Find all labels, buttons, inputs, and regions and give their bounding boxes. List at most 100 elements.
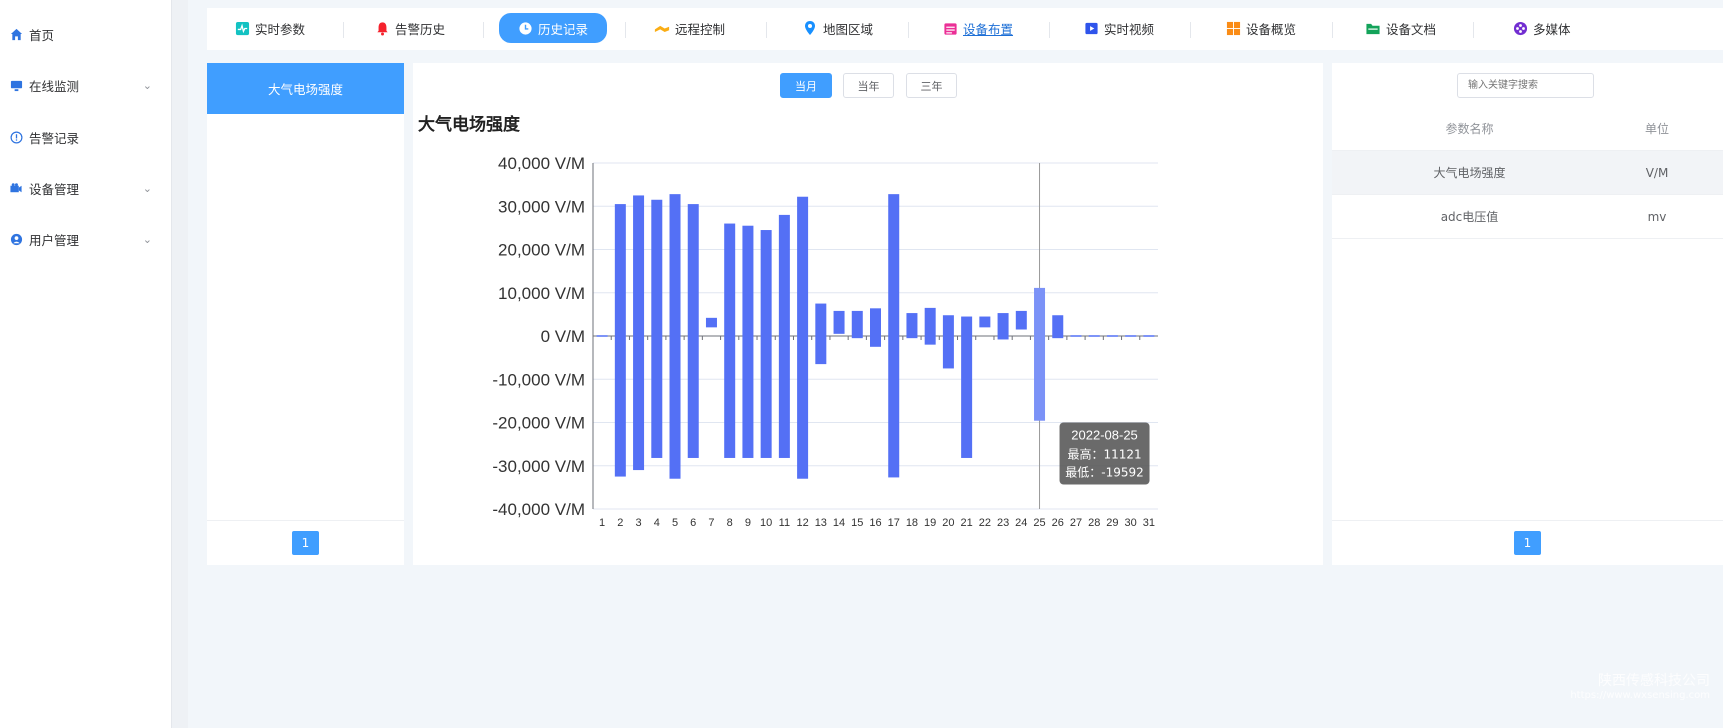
- tab-device-docs[interactable]: 设备文档: [1365, 13, 1436, 43]
- tab-realtime-params[interactable]: 实时参数: [234, 13, 305, 43]
- y-tick-label: -30,000 V/M: [492, 457, 585, 476]
- tab-divider: [343, 22, 344, 38]
- cell-unit: mv: [1647, 209, 1667, 224]
- x-tick-label: 27: [1070, 517, 1082, 529]
- bar: [833, 310, 845, 334]
- tab-divider: [625, 22, 626, 38]
- bar: [633, 195, 645, 471]
- x-tick-label: 19: [924, 517, 936, 529]
- y-tick-label: 0 V/M: [541, 327, 585, 346]
- chart-panel: 当月 当年 三年 大气电场强度 40,000 V/M 30,000 V/M 20,0…: [413, 63, 1323, 565]
- column-header-unit: 单位: [1644, 122, 1669, 136]
- x-tick-label: 7: [708, 517, 714, 529]
- page-button[interactable]: 1: [292, 531, 319, 555]
- calendar-icon: [942, 20, 958, 36]
- map-pin-icon: [802, 20, 818, 36]
- tab-device-layout[interactable]: 设备布置: [942, 13, 1013, 43]
- folder-icon: [1365, 20, 1381, 36]
- tab-divider: [1190, 22, 1191, 38]
- tooltip-high: 最高：11121: [1067, 447, 1141, 462]
- tab-label: 历史记录: [538, 21, 589, 37]
- grid-icon: [1225, 20, 1241, 36]
- bar: [705, 317, 717, 328]
- x-tick-label: 12: [796, 517, 808, 529]
- bar: [888, 194, 900, 478]
- bar: [870, 308, 881, 347]
- sidebar-item-home[interactable]: 首页: [0, 14, 172, 54]
- bar: [596, 335, 608, 337]
- tab-device-overview[interactable]: 设备概览: [1225, 13, 1296, 43]
- x-tick-label: 1: [599, 517, 605, 529]
- watermark-url: https://www.wxsensing.com: [1570, 690, 1710, 701]
- tab-multimedia[interactable]: 多媒体: [1512, 13, 1571, 43]
- bar: [1015, 310, 1027, 330]
- sidebar: 首页 在线监测 ⌄ 告警记录 设备管理 ⌄ 用户管理 ⌄: [0, 0, 188, 728]
- table-row[interactable]: 大气电场强度 V/M: [1332, 151, 1723, 195]
- tab-label: 设备布置: [963, 21, 1014, 37]
- sidebar-item-users[interactable]: 用户管理 ⌄: [0, 219, 172, 259]
- sidebar-item-label: 告警记录: [29, 130, 80, 146]
- tab-history-records[interactable]: 历史记录: [499, 13, 607, 43]
- tab-label: 地图区域: [823, 21, 874, 37]
- tab-alarm-history[interactable]: 告警历史: [374, 13, 445, 43]
- x-tick-label: 23: [997, 517, 1009, 529]
- page-button[interactable]: 1: [1514, 531, 1541, 555]
- tab-divider: [1332, 22, 1333, 38]
- multimedia-icon: [1512, 20, 1528, 36]
- bar: [815, 303, 827, 365]
- sidebar-item-alerts[interactable]: 告警记录: [0, 117, 172, 157]
- x-tick-label: 2: [617, 517, 623, 529]
- cell-name: 大气电场强度: [1433, 166, 1506, 180]
- bar: [687, 204, 699, 458]
- x-tick-label: 8: [727, 517, 733, 529]
- pagination: 1: [1332, 520, 1723, 565]
- bar: [1106, 335, 1118, 337]
- bar: [1143, 335, 1155, 337]
- sidebar-item-label: 用户管理: [29, 232, 80, 248]
- tab-label: 实时参数: [255, 21, 306, 37]
- bar: [1070, 335, 1082, 337]
- user-icon: [9, 232, 23, 246]
- bar: [942, 315, 954, 369]
- x-tick-label: 24: [1015, 517, 1027, 529]
- x-tick-label: 28: [1088, 517, 1100, 529]
- table-row[interactable]: adc电压值 mv: [1332, 195, 1723, 239]
- parameter-table-panel: 参数名称 单位 大气电场强度 V/M adc电压值 mv 1: [1332, 63, 1723, 565]
- home-icon: [9, 27, 23, 41]
- y-tick-label: -40,000 V/M: [492, 500, 585, 519]
- x-tick-label: 13: [815, 517, 827, 529]
- remote-control-icon: [654, 20, 670, 36]
- x-tick-label: 25: [1033, 517, 1045, 529]
- tab-divider: [766, 22, 767, 38]
- tab-divider: [1049, 22, 1050, 38]
- tab-remote-control[interactable]: 远程控制: [654, 13, 725, 43]
- chevron-down-icon[interactable]: ⌄: [143, 233, 152, 246]
- chevron-down-icon[interactable]: ⌄: [143, 79, 152, 92]
- x-tick-label: 4: [654, 517, 660, 529]
- cell-unit: V/M: [1645, 165, 1669, 180]
- chevron-down-icon[interactable]: ⌄: [143, 182, 152, 195]
- y-tick-label: 10,000 V/M: [498, 284, 585, 303]
- bar: [1088, 335, 1100, 337]
- x-tick-label: 6: [690, 517, 696, 529]
- sidebar-item-devices[interactable]: 设备管理 ⌄: [0, 168, 172, 208]
- list-item-selected[interactable]: 大气电场强度: [207, 63, 404, 114]
- x-tick-label: 30: [1125, 517, 1137, 529]
- x-tick-label: 29: [1106, 517, 1118, 529]
- device-icon: [9, 181, 23, 195]
- monitor-icon: [9, 78, 23, 92]
- x-tick-label: 18: [906, 517, 918, 529]
- tab-live-video[interactable]: 实时视频: [1083, 13, 1154, 43]
- tab-divider: [483, 22, 484, 38]
- sidebar-item-label: 首页: [29, 27, 55, 43]
- x-tick-label: 14: [833, 517, 845, 529]
- realtime-chart-icon: [234, 20, 250, 36]
- x-tick-label: 15: [851, 517, 863, 529]
- x-tick-label: 26: [1052, 517, 1064, 529]
- watermark-name: 陕西传感科技公司: [1598, 673, 1710, 689]
- sidebar-item-monitoring[interactable]: 在线监测 ⌄: [0, 65, 172, 105]
- y-tick-label: -20,000 V/M: [492, 414, 585, 433]
- tab-map-area[interactable]: 地图区域: [802, 13, 873, 43]
- bell-icon: [374, 20, 390, 36]
- search-input[interactable]: [1457, 73, 1594, 98]
